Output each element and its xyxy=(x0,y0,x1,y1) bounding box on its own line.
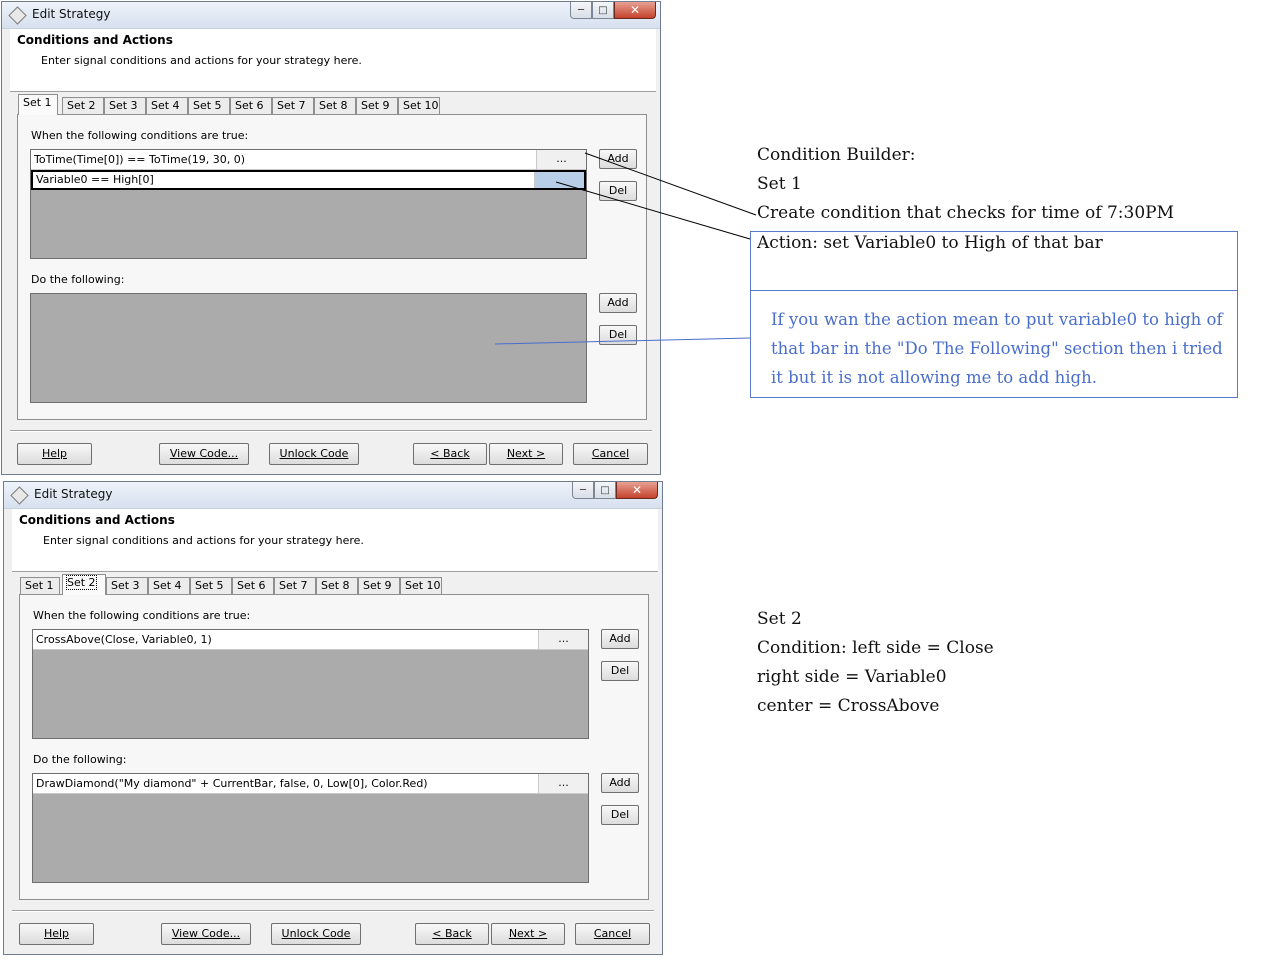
del-condition-button[interactable]: Del xyxy=(601,661,639,681)
help-button[interactable]: Help xyxy=(17,443,92,465)
title-bar[interactable]: Edit Strategy xyxy=(2,2,660,29)
header-panel: Conditions and Actions Enter signal cond… xyxy=(12,509,658,572)
tab-set-1[interactable]: Set 1 xyxy=(18,94,58,115)
del-action-button[interactable]: Del xyxy=(601,805,639,825)
note-set2: Set 2 xyxy=(757,609,802,629)
condition-row-selected[interactable]: Variable0 == High[0] xyxy=(31,170,586,190)
window-title: Edit Strategy xyxy=(32,7,111,21)
tab-set-6[interactable]: Set 6 xyxy=(230,97,272,114)
condition-edit-button[interactable]: ... xyxy=(538,630,588,649)
note-condition-builder: Condition Builder: xyxy=(757,145,916,165)
actions-label: Do the following: xyxy=(33,753,127,766)
conditions-label: When the following conditions are true: xyxy=(33,609,251,622)
footer-divider xyxy=(12,910,654,912)
note-create-condition: Create condition that checks for time of… xyxy=(757,203,1174,223)
action-note-box: Action: set Variable0 to High of that ba… xyxy=(750,231,1238,291)
add-condition-button[interactable]: Add xyxy=(601,629,639,649)
tab-set-9[interactable]: Set 9 xyxy=(356,97,398,114)
maximize-button[interactable]: □ xyxy=(594,482,616,499)
footer-divider xyxy=(10,430,652,432)
tab-set-6[interactable]: Set 6 xyxy=(232,577,274,594)
window-title: Edit Strategy xyxy=(34,487,113,501)
del-action-button[interactable]: Del xyxy=(599,325,637,345)
actions-list[interactable]: DrawDiamond("My diamond" + CurrentBar, f… xyxy=(32,773,589,883)
actions-list[interactable] xyxy=(30,293,587,403)
view-code-button[interactable]: View Code... xyxy=(159,443,249,465)
tab-set-10[interactable]: Set 10 xyxy=(398,97,440,114)
note-set1: Set 1 xyxy=(757,174,802,194)
condition-text: CrossAbove(Close, Variable0, 1) xyxy=(36,633,212,646)
action-text: DrawDiamond("My diamond" + CurrentBar, f… xyxy=(36,777,428,790)
close-button[interactable]: ✕ xyxy=(616,482,658,499)
minimize-button[interactable]: ─ xyxy=(570,2,592,19)
tab-set-3[interactable]: Set 3 xyxy=(106,577,148,594)
tab-page: When the following conditions are true: … xyxy=(19,594,649,900)
tab-page: When the following conditions are true: … xyxy=(17,114,647,420)
reply-note-box: If you wan the action mean to put variab… xyxy=(750,290,1238,398)
tab-set-3[interactable]: Set 3 xyxy=(104,97,146,114)
header-subtitle: Enter signal conditions and actions for … xyxy=(43,534,364,547)
tab-set-7[interactable]: Set 7 xyxy=(272,97,314,114)
condition-edit-button[interactable]: ... xyxy=(536,150,586,169)
next-button[interactable]: Next > xyxy=(489,443,563,465)
tab-set-5[interactable]: Set 5 xyxy=(190,577,232,594)
tab-set-4[interactable]: Set 4 xyxy=(146,97,188,114)
conditions-label: When the following conditions are true: xyxy=(31,129,249,142)
action-row[interactable]: DrawDiamond("My diamond" + CurrentBar, f… xyxy=(33,774,588,794)
tab-set-8[interactable]: Set 8 xyxy=(316,577,358,594)
header-title: Conditions and Actions xyxy=(19,513,175,527)
header-title: Conditions and Actions xyxy=(17,33,173,47)
tab-set-2[interactable]: Set 2 xyxy=(62,574,106,595)
add-action-button[interactable]: Add xyxy=(599,293,637,313)
note-condition-right: right side = Variable0 xyxy=(757,667,947,687)
note-condition-left: Condition: left side = Close xyxy=(757,638,994,658)
tab-set-9[interactable]: Set 9 xyxy=(358,577,400,594)
condition-row[interactable]: ToTime(Time[0]) == ToTime(19, 30, 0) ... xyxy=(31,150,586,170)
conditions-list[interactable]: ToTime(Time[0]) == ToTime(19, 30, 0) ...… xyxy=(30,149,587,259)
unlock-code-button[interactable]: Unlock Code xyxy=(269,443,359,465)
tab-set-5[interactable]: Set 5 xyxy=(188,97,230,114)
cancel-button[interactable]: Cancel xyxy=(575,923,650,945)
help-button[interactable]: Help xyxy=(19,923,94,945)
tab-set-1[interactable]: Set 1 xyxy=(20,577,60,594)
actions-label: Do the following: xyxy=(31,273,125,286)
condition-text: Variable0 == High[0] xyxy=(36,173,154,186)
conditions-list[interactable]: CrossAbove(Close, Variable0, 1) ... xyxy=(32,629,589,739)
edit-strategy-window-set2: Edit Strategy ─ □ ✕ Conditions and Actio… xyxy=(3,481,663,955)
view-code-button[interactable]: View Code... xyxy=(161,923,251,945)
minimize-button[interactable]: ─ xyxy=(572,482,594,499)
note-action: Action: set Variable0 to High of that ba… xyxy=(757,233,1103,253)
tab-set-7[interactable]: Set 7 xyxy=(274,577,316,594)
back-button[interactable]: < Back xyxy=(415,923,489,945)
title-bar[interactable]: Edit Strategy xyxy=(4,482,662,509)
note-reply: If you wan the action mean to put variab… xyxy=(771,310,1223,387)
back-button[interactable]: < Back xyxy=(413,443,487,465)
app-diamond-icon xyxy=(8,6,27,25)
unlock-code-button[interactable]: Unlock Code xyxy=(271,923,361,945)
condition-text: ToTime(Time[0]) == ToTime(19, 30, 0) xyxy=(34,153,246,166)
add-action-button[interactable]: Add xyxy=(601,773,639,793)
next-button[interactable]: Next > xyxy=(491,923,565,945)
tab-set-2[interactable]: Set 2 xyxy=(62,97,104,114)
add-condition-button[interactable]: Add xyxy=(599,149,637,169)
maximize-button[interactable]: □ xyxy=(592,2,614,19)
header-subtitle: Enter signal conditions and actions for … xyxy=(41,54,362,67)
cancel-button[interactable]: Cancel xyxy=(573,443,648,465)
app-diamond-icon xyxy=(10,486,29,505)
tab-set-8[interactable]: Set 8 xyxy=(314,97,356,114)
condition-edit-button[interactable] xyxy=(534,172,584,188)
close-button[interactable]: ✕ xyxy=(614,2,656,19)
condition-row[interactable]: CrossAbove(Close, Variable0, 1) ... xyxy=(33,630,588,650)
edit-strategy-window-set1: Edit Strategy ─ □ ✕ Conditions and Actio… xyxy=(1,1,661,475)
action-edit-button[interactable]: ... xyxy=(538,774,588,793)
tab-set-4[interactable]: Set 4 xyxy=(148,577,190,594)
note-condition-center: center = CrossAbove xyxy=(757,696,940,716)
del-condition-button[interactable]: Del xyxy=(599,181,637,201)
tab-set-10[interactable]: Set 10 xyxy=(400,577,442,594)
header-panel: Conditions and Actions Enter signal cond… xyxy=(10,29,656,92)
